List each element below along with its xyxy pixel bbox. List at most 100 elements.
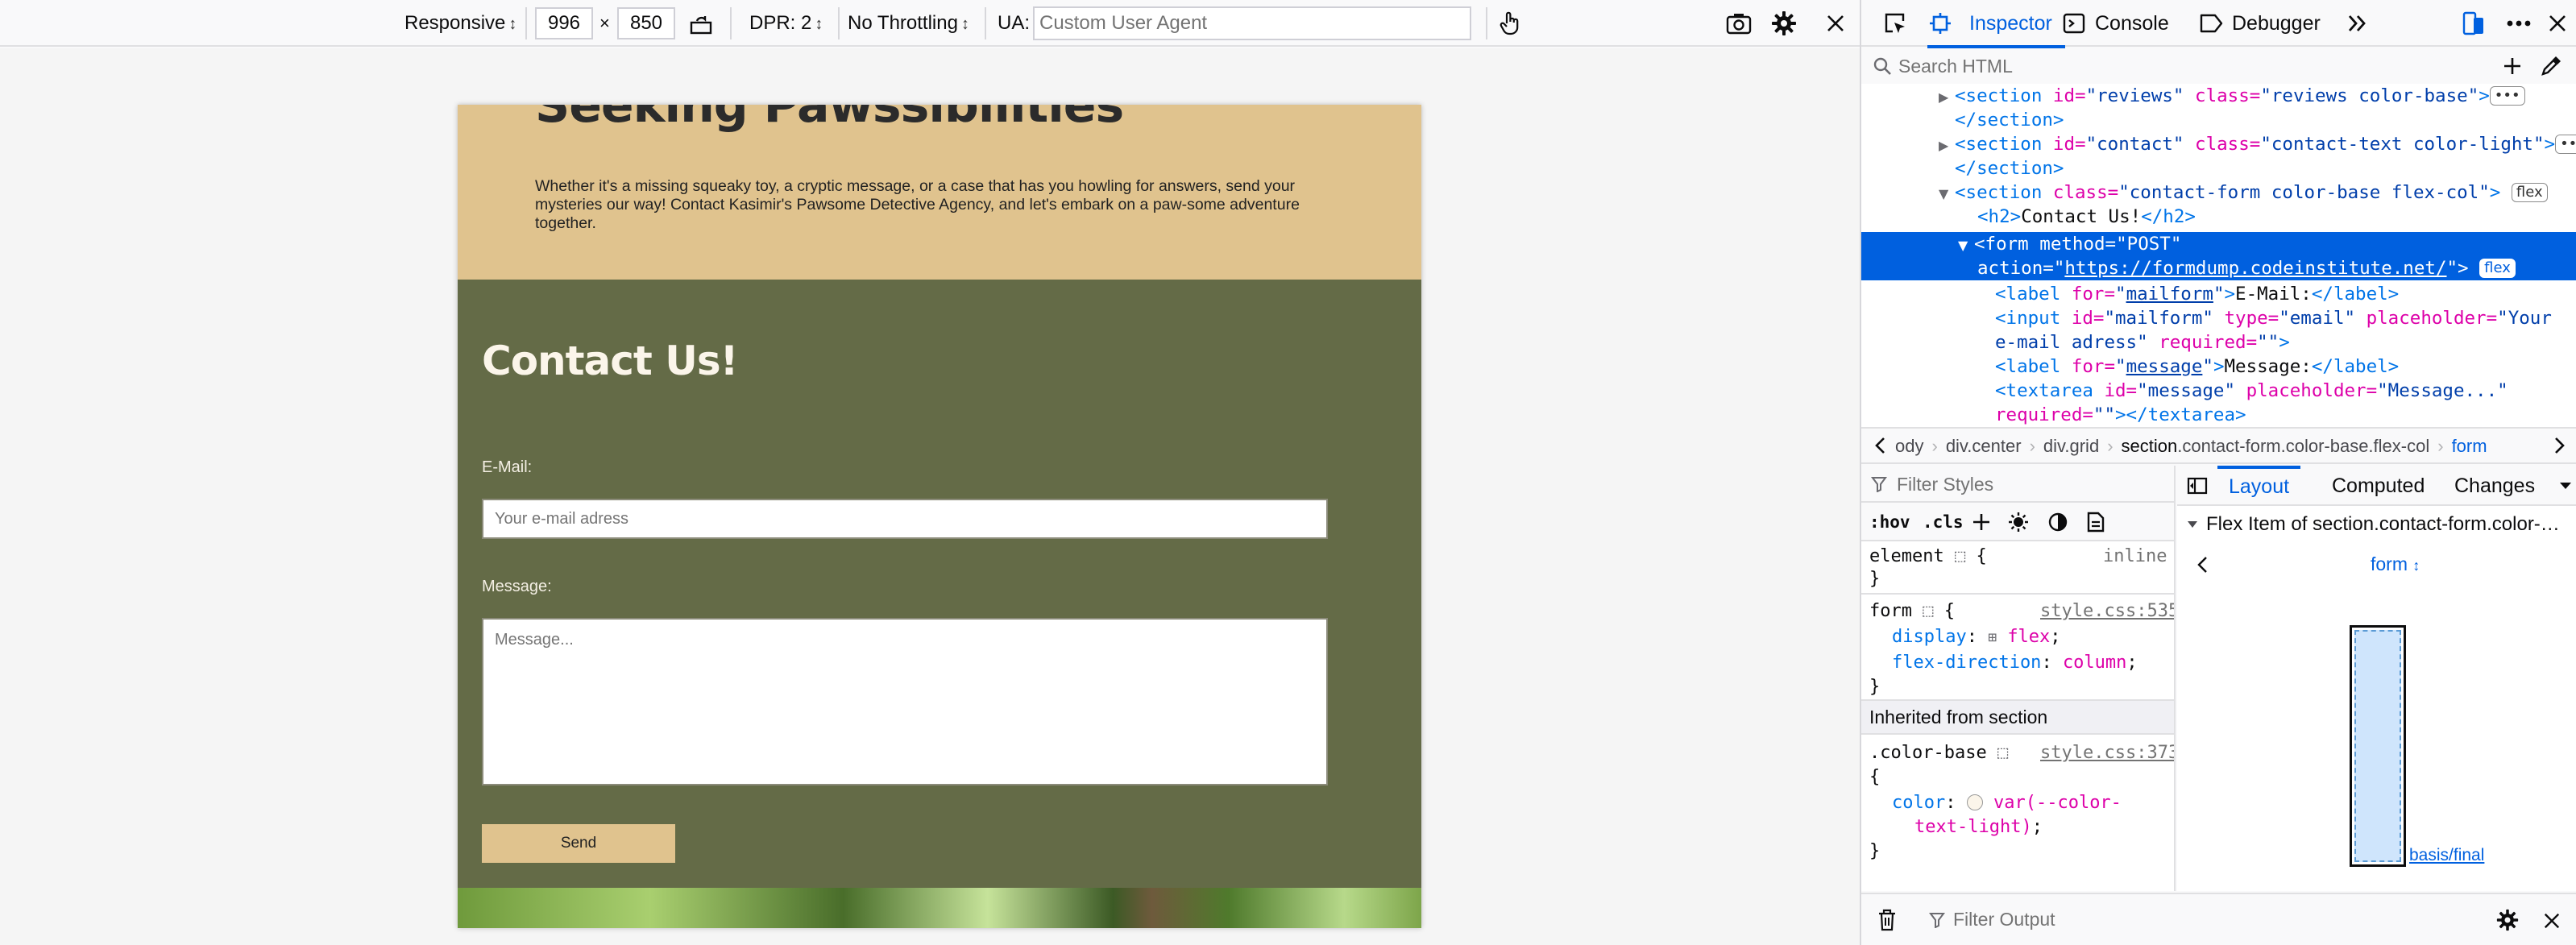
breadcrumb-scroll-right[interactable]: [2548, 433, 2572, 458]
user-agent-input[interactable]: Custom User Agent: [1033, 6, 1471, 40]
throttling-selector[interactable]: No Throttling: [848, 0, 969, 48]
screenshot-button[interactable]: [1724, 9, 1753, 38]
markup-node-label-message[interactable]: <label for="message">Message:</label>: [1995, 354, 2399, 379]
toolbar-separator: [838, 7, 840, 39]
chevron-left-icon[interactable]: [2196, 556, 2208, 574]
expand-badge[interactable]: •••: [2555, 135, 2576, 154]
rule-close-brace: }: [1869, 841, 1881, 861]
flex-badge[interactable]: flex: [2479, 259, 2516, 278]
toggle-sidebar-icon[interactable]: [2187, 477, 2208, 495]
filter-output-input[interactable]: Filter Output: [1953, 894, 2055, 945]
eyedropper-button[interactable]: [2537, 52, 2566, 81]
device-selector[interactable]: Responsive: [404, 0, 516, 48]
collapse-triangle-icon[interactable]: ▼: [1958, 234, 1974, 258]
expand-triangle-icon[interactable]: ▶: [1939, 85, 1955, 110]
collapse-triangle-icon[interactable]: ▼: [1939, 182, 1955, 206]
dpr-selector[interactable]: DPR: 2: [749, 0, 823, 48]
breadcrumb-item-form[interactable]: form: [2452, 436, 2487, 456]
hov-toggle[interactable]: :hov: [1869, 503, 1910, 541]
rule-form-source[interactable]: style.css:535: [2040, 599, 2174, 624]
declaration-color[interactable]: color: var(--color-: [1892, 791, 2122, 815]
close-devtools-button[interactable]: [2543, 9, 2572, 38]
devtools-menu-button[interactable]: [2504, 9, 2533, 38]
markup-node-h2[interactable]: <h2>Contact Us!</h2>: [1977, 205, 2196, 229]
breadcrumb-item-body[interactable]: ody: [1895, 436, 1923, 456]
hero-paragraph: Whether it's a missing squeaky toy, a cr…: [535, 177, 1300, 232]
send-button[interactable]: Send: [482, 824, 675, 863]
flex-item-selector[interactable]: form ↕: [2371, 543, 2420, 586]
chevron-down-icon[interactable]: [2559, 482, 2572, 490]
inspector-tab-icon: [1927, 10, 1953, 36]
markup-node-reviews[interactable]: ▶ <section id="reviews" class="reviews co…: [1939, 84, 2525, 108]
element-picker-button[interactable]: [1881, 9, 1910, 38]
more-tabs-button[interactable]: [2345, 10, 2371, 36]
responsive-design-icon: [2462, 11, 2483, 35]
flex-badge[interactable]: flex: [2511, 183, 2548, 202]
sidebar-tabbar: Layout Computed Changes: [2177, 466, 2576, 506]
touch-simulation-button[interactable]: [1495, 9, 1524, 38]
color-swatch[interactable]: [1966, 794, 1983, 810]
rule-inline-source: inline: [2103, 546, 2167, 566]
breadcrumb-scroll-left[interactable]: [1868, 433, 1892, 458]
gear-icon[interactable]: [2496, 909, 2519, 931]
rdm-settings-button[interactable]: [1769, 9, 1798, 38]
dimension-times: ×: [599, 13, 610, 33]
close-rdm-button[interactable]: [1821, 9, 1850, 38]
declaration-flex-direction[interactable]: flex-direction: column;: [1892, 651, 2138, 675]
contact-section: Contact Us! E-Mail: Your e-mail adress M…: [458, 280, 1421, 888]
basis-final-label: basis/final: [2409, 846, 2485, 864]
devtools-panel: Inspector Console Debugger Search HTML ▶…: [1860, 0, 2576, 945]
markup-node-label-email[interactable]: <label for="mailform">E-Mail:</label>: [1995, 282, 2399, 306]
chevron-right-icon: [2555, 437, 2565, 454]
search-html-input[interactable]: Search HTML: [1898, 48, 2013, 84]
hero-heading: Seeking Pawssibilities: [535, 105, 1124, 134]
cls-toggle[interactable]: .cls: [1923, 503, 1964, 541]
rule-color-base[interactable]: .color-base ⬚: [1869, 741, 2008, 765]
markup-node-form-selected[interactable]: ▼ <form method="POST" action="https://for…: [1861, 232, 2576, 280]
light-scheme-icon[interactable]: [2008, 512, 2029, 533]
viewport-width-input[interactable]: 996: [535, 7, 593, 39]
filter-icon: [1871, 477, 1887, 492]
markup-close-tag: </section>: [1955, 158, 2064, 179]
trash-icon[interactable]: [1877, 909, 1897, 931]
declaration-display[interactable]: display: ⊞ flex;: [1892, 625, 2061, 650]
expand-triangle-icon[interactable]: ▶: [1939, 134, 1955, 158]
email-input[interactable]: Your e-mail adress: [482, 499, 1328, 539]
breadcrumb-item-section[interactable]: section.contact-form.color-base.flex-col: [2122, 436, 2430, 456]
add-rule-icon[interactable]: [1972, 513, 1990, 531]
markup-node-input[interactable]: <input id="mailform" type="email" placeh…: [1995, 306, 2552, 330]
rule-element[interactable]: element ⬚ {: [1869, 545, 1987, 569]
flex-item-header[interactable]: Flex Item of section.contact-form.color-…: [2177, 508, 2576, 541]
markup-node-textarea[interactable]: <textarea id="message" placeholder="Mess…: [1995, 379, 2508, 403]
breadcrumb-item-div-center[interactable]: div.center: [1946, 436, 2022, 456]
viewport-height-input[interactable]: 850: [617, 7, 675, 39]
rule-open-brace: {: [1869, 767, 1881, 787]
markup-node-contact-form[interactable]: ▼ <section class="contact-form color-base…: [1939, 180, 2548, 205]
add-node-button[interactable]: [2498, 52, 2527, 81]
contact-title: Contact Us!: [482, 338, 738, 384]
message-textarea[interactable]: Message...: [482, 618, 1328, 785]
print-media-icon[interactable]: [2087, 512, 2105, 533]
flexbox-highlighter-icon[interactable]: ⊞: [1988, 629, 1997, 646]
rule-form[interactable]: form ⬚ {: [1869, 599, 1955, 624]
tab-computed[interactable]: Computed: [2332, 466, 2425, 506]
chevron-left-icon: [1875, 437, 1885, 454]
tab-debugger[interactable]: Debugger: [2232, 0, 2321, 47]
toolbar-separator: [985, 7, 986, 39]
tab-console[interactable]: Console: [2095, 0, 2169, 47]
responsive-mode-button[interactable]: [2459, 9, 2488, 38]
tab-inspector[interactable]: Inspector: [1927, 0, 2065, 48]
filter-styles-input[interactable]: Filter Styles: [1897, 466, 1993, 503]
flex-item-diagram: [2350, 625, 2406, 867]
tab-layout[interactable]: Layout: [2217, 466, 2301, 506]
markup-node-contact[interactable]: ▶ <section id="contact" class="contact-te…: [1939, 132, 2576, 156]
camera-icon: [1726, 14, 1752, 35]
breadcrumb-item-div-grid[interactable]: div.grid: [2043, 436, 2099, 456]
tab-changes[interactable]: Changes: [2454, 466, 2535, 506]
close-icon[interactable]: [2543, 912, 2561, 930]
console-input-bar: Filter Output: [1861, 893, 2576, 945]
dark-scheme-icon[interactable]: [2048, 512, 2068, 532]
rule-color-base-source[interactable]: style.css:373: [2040, 741, 2174, 765]
expand-badge[interactable]: •••: [2489, 86, 2525, 106]
rotate-viewport-button[interactable]: [687, 10, 716, 39]
